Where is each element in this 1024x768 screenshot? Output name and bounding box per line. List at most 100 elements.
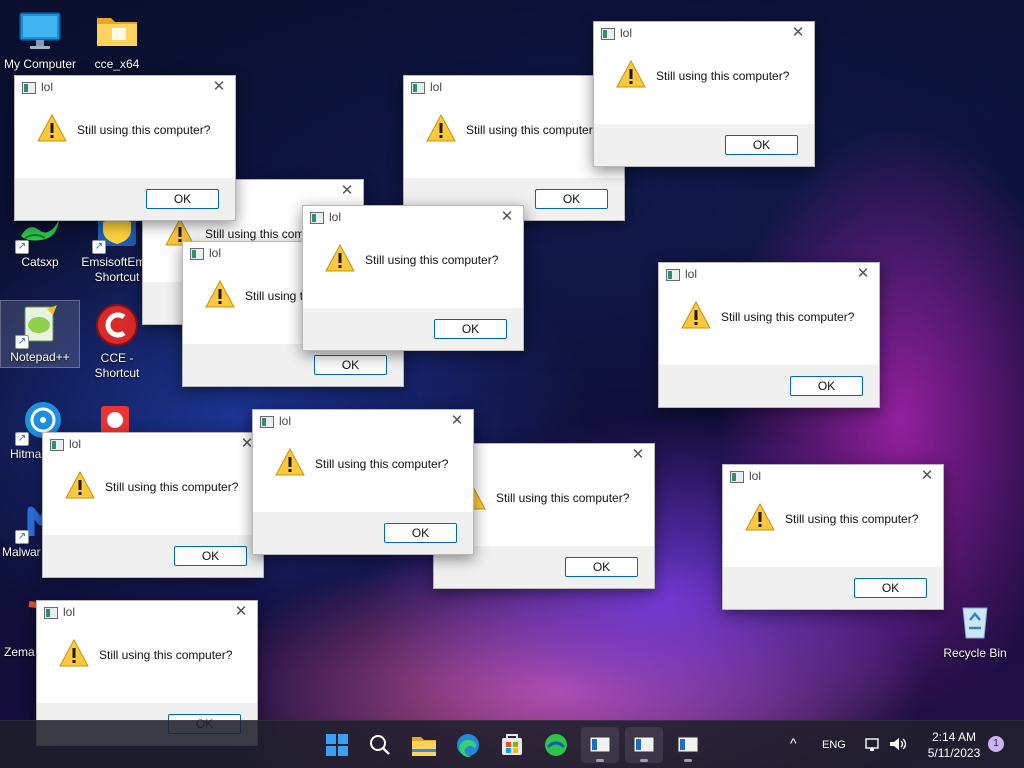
desktop-icon-recycle-bin[interactable]: Recycle Bin xyxy=(940,598,1010,660)
taskbar-window-button[interactable] xyxy=(669,727,707,763)
dialog-title: lol xyxy=(685,267,698,281)
taskbar-window-button[interactable] xyxy=(625,727,663,763)
ok-button[interactable]: OK xyxy=(434,319,507,339)
app-window-icon xyxy=(260,416,274,428)
dialog-window[interactable]: lol✕ Still using this computer? OK xyxy=(403,75,625,221)
close-icon[interactable]: ✕ xyxy=(628,445,648,465)
notification-badge[interactable]: 1 xyxy=(988,736,1004,752)
file-explorer-button[interactable] xyxy=(405,727,443,763)
ok-button[interactable]: OK xyxy=(565,557,638,577)
dialog-window[interactable]: lol ✕ Still using this computer? OK xyxy=(302,205,524,351)
start-icon xyxy=(326,734,348,756)
close-icon[interactable]: ✕ xyxy=(497,207,517,227)
warning-icon xyxy=(681,301,711,329)
dialog-message: Still using this computer? xyxy=(656,69,790,83)
notepadpp-icon: ↗ xyxy=(15,301,63,349)
shortcut-arrow-icon: ↗ xyxy=(15,530,29,544)
ok-button[interactable]: OK xyxy=(146,189,219,209)
ok-button[interactable]: OK xyxy=(725,135,798,155)
search-button[interactable] xyxy=(361,727,399,763)
dialog-title: lol xyxy=(749,469,762,483)
recycle-bin-label: Recycle Bin xyxy=(943,646,1007,660)
close-icon[interactable]: ✕ xyxy=(917,466,937,486)
dialog-window[interactable]: lol✕ Still using this computer? OK xyxy=(42,432,264,578)
ok-button[interactable]: OK xyxy=(535,189,608,209)
dialog-message: Still using this computer? xyxy=(77,123,211,137)
app-window-icon xyxy=(310,212,324,224)
dialog-message: Still using this computer? xyxy=(365,253,499,267)
dialog-title: lol xyxy=(430,80,443,94)
monitor-icon xyxy=(17,8,63,54)
close-icon[interactable]: ✕ xyxy=(337,181,357,201)
running-indicator xyxy=(684,759,692,762)
app-window-icon xyxy=(190,248,204,260)
catsxp-taskbar-button[interactable] xyxy=(537,727,575,763)
close-icon[interactable]: ✕ xyxy=(788,23,808,43)
desktop-icon-label: CCE - Shortcut xyxy=(94,351,140,380)
shortcut-arrow-icon: ↗ xyxy=(15,432,29,446)
desktop-icon-label: cce_x64 xyxy=(94,57,140,71)
dialog-title: lol xyxy=(69,437,82,451)
shortcut-arrow-icon: ↗ xyxy=(92,240,106,254)
app-window-icon xyxy=(601,28,615,40)
app-window-icon xyxy=(22,82,36,94)
dialog-title: lol xyxy=(41,80,54,94)
ok-button[interactable]: OK xyxy=(790,376,863,396)
dialog-title: lol xyxy=(329,210,342,224)
warning-icon xyxy=(205,280,235,308)
dialog-message: Still using this computer? xyxy=(496,491,630,505)
close-icon[interactable]: ✕ xyxy=(209,77,229,97)
desktop-icon-cce-x64[interactable]: cce_x64 xyxy=(77,8,157,72)
running-indicator xyxy=(596,759,604,762)
app-window-icon xyxy=(730,471,744,483)
desktop-icon-label: Catsxp xyxy=(21,255,59,269)
window-app-icon xyxy=(589,736,611,753)
folder-icon xyxy=(94,8,140,54)
dialog-message: Still using this computer? xyxy=(466,123,600,137)
search-icon xyxy=(370,735,390,755)
clock-time: 2:14 AM xyxy=(931,730,977,744)
close-icon[interactable]: ✕ xyxy=(853,264,873,284)
edge-button[interactable] xyxy=(449,727,487,763)
ok-button[interactable]: OK xyxy=(854,578,927,598)
warning-icon xyxy=(37,114,67,142)
dialog-window[interactable]: lol✕ Still using this computer? OK xyxy=(593,21,815,167)
taskbar-clock[interactable]: 2:14 AM 5/11/2023 xyxy=(916,729,992,761)
warning-icon xyxy=(616,60,646,88)
network-icon[interactable] xyxy=(864,735,882,768)
desktop-icon-my-computer[interactable]: My Computer xyxy=(0,8,80,72)
dialog-message: Still using this computer? xyxy=(99,648,233,662)
tray-overflow-icon[interactable]: ^ xyxy=(790,735,797,768)
ok-button[interactable]: OK xyxy=(314,355,387,375)
start-button[interactable] xyxy=(318,727,356,763)
dialog-window[interactable]: lol ✕ Still using this computer? OK xyxy=(658,262,880,408)
dialog-window[interactable]: lol✕ Still using this computer? OK xyxy=(252,409,474,555)
warning-icon xyxy=(426,114,456,142)
dialog-message: Still using this computer? xyxy=(105,480,239,494)
dialog-window[interactable]: lol ✕ Still using this computer? OK xyxy=(722,464,944,610)
taskbar: ^ ENG 2:14 AM 5/11/2023 xyxy=(0,720,1024,768)
dialog-title: lol xyxy=(63,605,76,619)
ok-button[interactable]: OK xyxy=(384,523,457,543)
desktop-icon-notepadpp[interactable]: ↗ Notepad++ xyxy=(0,300,80,368)
edge-icon xyxy=(457,734,479,758)
dialog-message: Still using this computer? xyxy=(785,512,919,526)
app-window-icon xyxy=(44,607,58,619)
warning-icon xyxy=(65,471,95,499)
language-indicator[interactable]: ENG xyxy=(822,739,846,768)
volume-icon[interactable] xyxy=(888,735,908,768)
close-icon[interactable]: ✕ xyxy=(447,411,467,431)
file-explorer-icon xyxy=(412,737,436,756)
store-button[interactable] xyxy=(493,727,531,763)
app-window-icon xyxy=(50,439,64,451)
catsxp-icon xyxy=(545,734,567,756)
dialog-message: Still using this computer? xyxy=(721,310,855,324)
dialog-window[interactable]: lol ✕ Still using this computer? OK xyxy=(14,75,236,221)
dialog-message: Still using this computer? xyxy=(315,457,449,471)
window-app-icon xyxy=(677,736,699,753)
taskbar-window-button[interactable] xyxy=(581,727,619,763)
ok-button[interactable]: OK xyxy=(174,546,247,566)
warning-icon xyxy=(275,448,305,476)
close-icon[interactable]: ✕ xyxy=(231,602,251,622)
shortcut-arrow-icon: ↗ xyxy=(15,335,29,349)
